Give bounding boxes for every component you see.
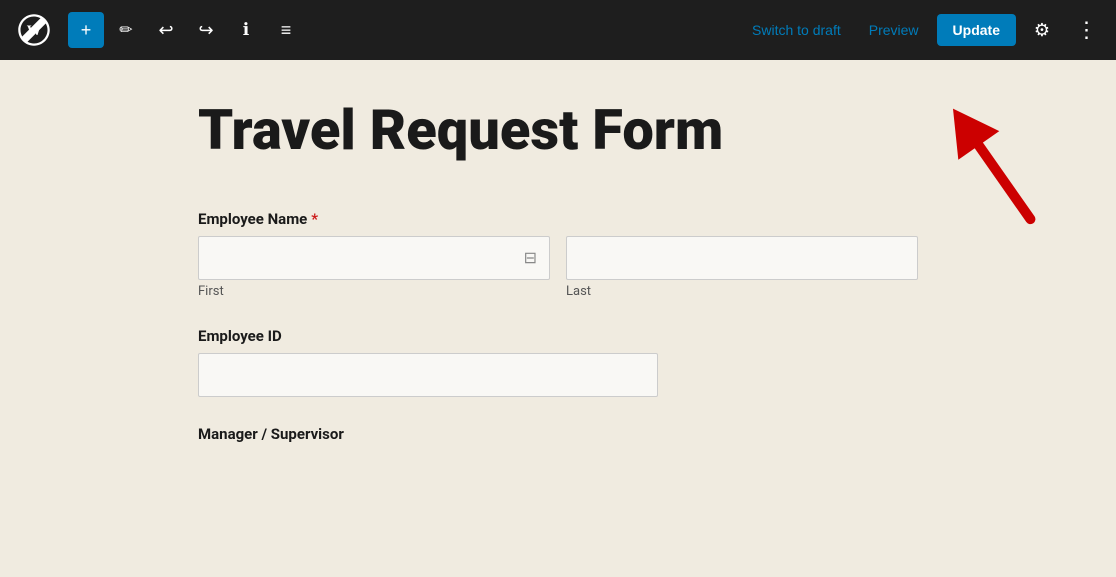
arrow-annotation bbox=[936, 90, 1056, 254]
last-name-field-wrap: Last bbox=[566, 236, 918, 299]
list-view-button[interactable]: ≡ bbox=[268, 12, 304, 48]
required-indicator: * bbox=[311, 210, 318, 228]
list-icon: ≡ bbox=[281, 20, 292, 41]
employee-id-label: Employee ID bbox=[198, 327, 918, 345]
undo-button[interactable]: ↩ bbox=[148, 12, 184, 48]
pencil-icon: ✏ bbox=[119, 20, 132, 40]
add-icon: + bbox=[81, 20, 92, 41]
first-name-field-wrap: ⊟ First bbox=[198, 236, 550, 299]
info-button[interactable]: ℹ bbox=[228, 12, 264, 48]
toolbar: W + ✏ ↩ ↪ ℹ ≡ Switch to draft Preview Up… bbox=[0, 0, 1116, 60]
redo-button[interactable]: ↪ bbox=[188, 12, 224, 48]
manager-section: Manager / Supervisor bbox=[198, 425, 918, 443]
add-button[interactable]: + bbox=[68, 12, 104, 48]
last-name-input[interactable] bbox=[566, 236, 918, 280]
more-icon: ⋮ bbox=[1076, 17, 1097, 43]
gear-icon: ⚙ bbox=[1034, 20, 1050, 41]
field-icon: ⊟ bbox=[524, 248, 537, 267]
switch-to-draft-button[interactable]: Switch to draft bbox=[742, 16, 851, 44]
first-name-input[interactable]: ⊟ bbox=[198, 236, 550, 280]
edit-button[interactable]: ✏ bbox=[108, 12, 144, 48]
info-icon: ℹ bbox=[243, 20, 249, 40]
wp-logo[interactable]: W bbox=[12, 0, 56, 60]
svg-text:W: W bbox=[27, 23, 42, 39]
update-button[interactable]: Update bbox=[937, 14, 1016, 46]
settings-button[interactable]: ⚙ bbox=[1024, 12, 1060, 48]
more-options-button[interactable]: ⋮ bbox=[1068, 12, 1104, 48]
last-name-sublabel: Last bbox=[566, 284, 918, 299]
employee-name-section: Employee Name * ⊟ First Last bbox=[198, 210, 918, 299]
first-name-sublabel: First bbox=[198, 284, 550, 299]
name-fields: ⊟ First Last bbox=[198, 236, 918, 299]
employee-id-section: Employee ID bbox=[198, 327, 918, 397]
page-title: Travel Request Form bbox=[198, 100, 918, 162]
employee-name-label: Employee Name * bbox=[198, 210, 918, 228]
page-content: Travel Request Form Employee Name * ⊟ Fi… bbox=[198, 100, 918, 443]
preview-button[interactable]: Preview bbox=[859, 16, 929, 44]
editor-area: Travel Request Form Employee Name * ⊟ Fi… bbox=[0, 60, 1116, 577]
toolbar-right: Switch to draft Preview Update ⚙ ⋮ bbox=[742, 12, 1104, 48]
employee-id-input[interactable] bbox=[198, 353, 658, 397]
manager-label: Manager / Supervisor bbox=[198, 425, 918, 443]
undo-icon: ↩ bbox=[158, 20, 173, 41]
redo-icon: ↪ bbox=[198, 20, 213, 41]
